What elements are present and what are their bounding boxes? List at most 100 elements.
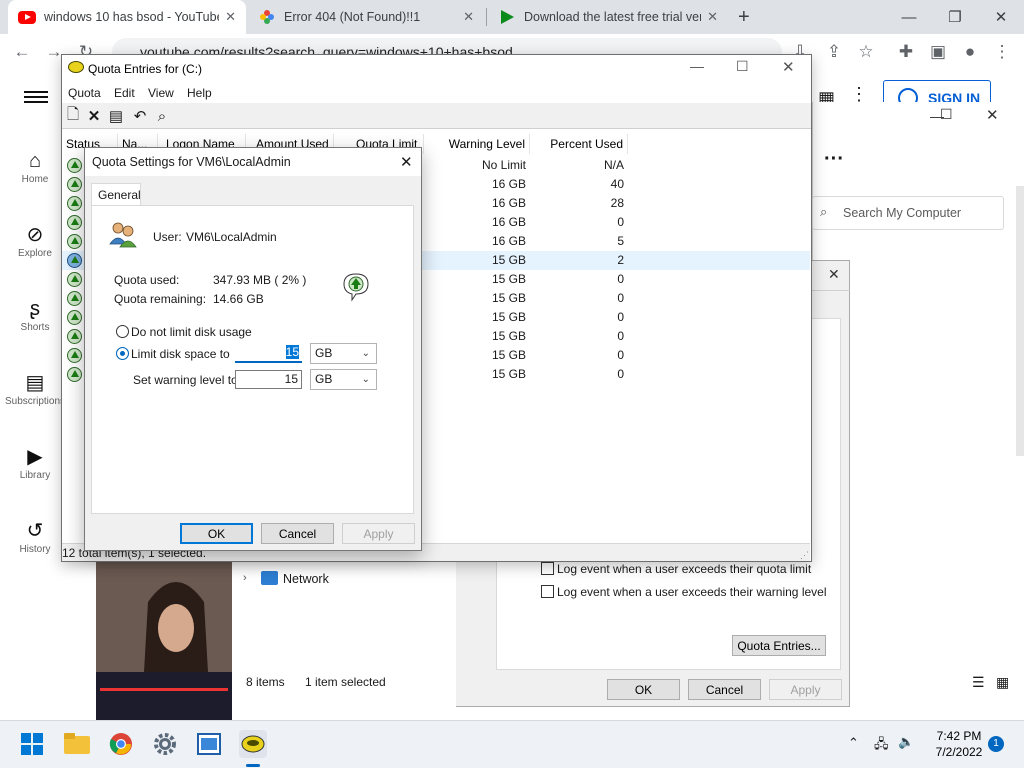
percent-used-cell[interactable]: 0 bbox=[530, 365, 624, 384]
quota-minimize-icon[interactable]: — bbox=[690, 58, 704, 74]
yt-nav-explore[interactable]: ⊘ Explore bbox=[4, 222, 66, 259]
disk-quota-taskbar-icon[interactable] bbox=[239, 730, 267, 758]
side-panel-icon[interactable]: ▣ bbox=[926, 40, 950, 64]
col-percent-used[interactable]: Percent Used bbox=[530, 134, 628, 154]
warning-level-cell[interactable]: 15 GB bbox=[424, 289, 526, 308]
tray-chevron-up-icon[interactable]: ⌃ bbox=[848, 735, 859, 751]
limit-unit-select[interactable]: GB ⌄ bbox=[310, 343, 377, 364]
warning-level-cell[interactable]: 15 GB bbox=[424, 308, 526, 327]
quota-settings-apply-button[interactable]: Apply bbox=[342, 523, 415, 544]
details-view-icon[interactable]: ☰ bbox=[972, 674, 985, 691]
explorer-search-input[interactable]: Search My Computer bbox=[812, 196, 1004, 230]
share-icon[interactable]: ⇪ bbox=[822, 40, 846, 64]
settings-gear-icon[interactable] bbox=[151, 730, 179, 758]
warning-level-cell[interactable]: 16 GB bbox=[424, 175, 526, 194]
network-tray-icon[interactable]: 🖧 bbox=[874, 735, 889, 757]
warning-level-cell[interactable]: 15 GB bbox=[424, 327, 526, 346]
quota-settings-ok-button[interactable]: OK bbox=[180, 523, 253, 544]
yt-nav-home[interactable]: ⌂ Home bbox=[4, 148, 66, 185]
warning-level-cell[interactable]: 16 GB bbox=[424, 194, 526, 213]
props-apply-button[interactable]: Apply bbox=[769, 679, 842, 700]
warning-level-cell[interactable]: 16 GB bbox=[424, 232, 526, 251]
browser-tab-download[interactable]: Download the latest free trial ver ✕ bbox=[488, 0, 728, 34]
warning-level-cell[interactable]: 15 GB bbox=[424, 346, 526, 365]
log-limit-checkbox[interactable] bbox=[541, 562, 554, 575]
menu-edit[interactable]: Edit bbox=[114, 86, 135, 100]
percent-used-cell[interactable]: 5 bbox=[530, 232, 624, 251]
close-tab-icon[interactable]: ✕ bbox=[225, 9, 236, 25]
properties-icon[interactable]: ▤ bbox=[107, 107, 125, 125]
browser-tab-youtube[interactable]: windows 10 has bsod - YouTube ✕ bbox=[8, 0, 246, 34]
new-entry-icon[interactable]: 🗋 bbox=[64, 106, 82, 125]
close-window-icon[interactable]: ✕ bbox=[978, 0, 1024, 34]
limit-value-input[interactable]: 15 bbox=[235, 344, 302, 363]
quota-entries-button[interactable]: Quota Entries... bbox=[732, 635, 826, 656]
col-warning-level[interactable]: Warning Level bbox=[424, 134, 530, 154]
percent-used-cell[interactable]: 2 bbox=[530, 251, 624, 270]
explorer-maximize-icon[interactable]: ☐ bbox=[940, 106, 953, 123]
back-arrow-icon[interactable]: ← bbox=[10, 40, 34, 64]
restore-icon[interactable]: ❐ bbox=[932, 0, 978, 34]
chrome-menu-icon[interactable]: ⋮ bbox=[990, 40, 1014, 64]
log-warning-checkbox[interactable] bbox=[541, 585, 554, 598]
limit-label[interactable]: Limit disk space to bbox=[131, 347, 230, 361]
menu-hamburger-icon[interactable] bbox=[24, 88, 48, 108]
volume-icon[interactable]: 🔈 bbox=[898, 734, 914, 750]
explorer-more-icon[interactable]: ··· bbox=[824, 148, 844, 171]
yt-nav-shorts[interactable]: ʂ Shorts bbox=[4, 296, 66, 333]
warning-level-cell[interactable]: 15 GB bbox=[424, 251, 526, 270]
warning-value-input[interactable]: 15 bbox=[235, 370, 302, 389]
warning-level-cell[interactable]: 15 GB bbox=[424, 365, 526, 384]
minimize-icon[interactable]: — bbox=[886, 0, 932, 34]
quota-settings-close-icon[interactable]: ✕ bbox=[400, 153, 413, 171]
menu-view[interactable]: View bbox=[148, 86, 174, 100]
start-windows-icon[interactable] bbox=[18, 730, 46, 758]
props-ok-button[interactable]: OK bbox=[607, 679, 680, 700]
video-thumbnail[interactable] bbox=[96, 562, 232, 720]
delete-entry-icon[interactable]: ✕ bbox=[85, 107, 103, 125]
taskbar-clock[interactable]: 7:42 PM 7/2/2022 bbox=[920, 728, 998, 760]
explorer-scrollbar[interactable] bbox=[1016, 186, 1024, 456]
explorer-close-icon[interactable]: ✕ bbox=[986, 106, 999, 124]
quota-close-icon[interactable]: ✕ bbox=[782, 58, 795, 76]
notification-badge[interactable]: 1 bbox=[988, 736, 1004, 752]
percent-used-cell[interactable]: 0 bbox=[530, 346, 624, 365]
nav-item-network[interactable]: Network bbox=[283, 572, 329, 586]
control-panel-icon[interactable] bbox=[195, 730, 223, 758]
percent-used-cell[interactable]: 28 bbox=[530, 194, 624, 213]
yt-nav-library[interactable]: ▶ Library bbox=[4, 444, 66, 481]
props-close-icon[interactable]: ✕ bbox=[828, 266, 840, 283]
quota-maximize-icon[interactable]: ☐ bbox=[736, 58, 749, 75]
yt-nav-subscriptions[interactable]: ▤ Subscriptions bbox=[0, 370, 70, 407]
tiles-view-icon[interactable]: ▦ bbox=[996, 674, 1009, 691]
percent-used-cell[interactable]: 0 bbox=[530, 308, 624, 327]
tab-general[interactable]: General bbox=[91, 183, 141, 206]
find-icon[interactable]: ⌕ bbox=[153, 107, 171, 125]
warning-unit-select[interactable]: GB ⌄ bbox=[310, 369, 377, 390]
warning-level-cell[interactable]: 16 GB bbox=[424, 213, 526, 232]
extensions-icon[interactable]: ✚ bbox=[894, 40, 918, 64]
percent-used-cell[interactable]: N/A bbox=[530, 156, 624, 175]
chrome-icon[interactable] bbox=[107, 730, 135, 758]
quota-settings-cancel-button[interactable]: Cancel bbox=[261, 523, 334, 544]
expand-chevron-icon[interactable]: › bbox=[243, 572, 247, 584]
percent-used-cell[interactable]: 0 bbox=[530, 213, 624, 232]
yt-nav-history[interactable]: ↺ History bbox=[4, 518, 66, 555]
undo-icon[interactable]: ↶ bbox=[131, 107, 149, 125]
browser-tab-error[interactable]: Error 404 (Not Found)!!1 ✕ bbox=[248, 0, 484, 34]
limit-radio[interactable] bbox=[116, 347, 129, 360]
warning-level-cell[interactable]: No Limit bbox=[424, 156, 526, 175]
bookmark-star-icon[interactable]: ☆ bbox=[854, 40, 878, 64]
new-tab-button[interactable]: + bbox=[738, 6, 750, 29]
warning-level-cell[interactable]: 15 GB bbox=[424, 270, 526, 289]
percent-used-cell[interactable]: 0 bbox=[530, 270, 624, 289]
percent-used-cell[interactable]: 40 bbox=[530, 175, 624, 194]
resize-grip-icon[interactable]: ⋰ bbox=[800, 550, 809, 561]
menu-help[interactable]: Help bbox=[187, 86, 212, 100]
close-tab-icon[interactable]: ✕ bbox=[707, 9, 718, 25]
props-cancel-button[interactable]: Cancel bbox=[688, 679, 761, 700]
percent-used-cell[interactable]: 0 bbox=[530, 327, 624, 346]
menu-quota[interactable]: Quota bbox=[68, 86, 101, 100]
file-explorer-icon[interactable] bbox=[63, 730, 91, 758]
no-limit-radio[interactable] bbox=[116, 325, 129, 338]
